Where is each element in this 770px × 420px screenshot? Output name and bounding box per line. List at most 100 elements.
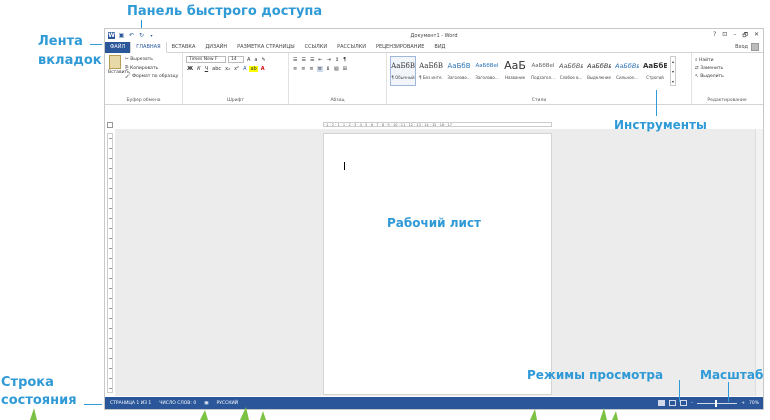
arrow-zoom [728, 382, 729, 402]
text-effects-icon[interactable]: A [242, 66, 247, 72]
tab-references[interactable]: ССЫЛКИ [300, 42, 332, 53]
avatar[interactable] [751, 43, 759, 51]
style-no-spacing[interactable]: АаБбВв¶ Без инте... [418, 56, 444, 86]
document-page[interactable] [323, 133, 552, 395]
style-title[interactable]: АаБ Название [502, 56, 528, 86]
style-normal[interactable]: АаБбВв¶ Обычный [390, 56, 416, 86]
paste-button[interactable]: Вставить [108, 55, 130, 79]
tab-view[interactable]: ВИД [429, 42, 450, 53]
styles-scroll[interactable]: ▴ ▾ ▾ [670, 56, 676, 86]
vertical-scrollbar[interactable] [755, 129, 763, 396]
label-tools: Инструменты [614, 118, 707, 132]
tab-review[interactable]: РЕЦЕНЗИРОВАНИЕ [371, 42, 429, 53]
style-subtitle[interactable]: АаБбВеI Подзагол... [530, 56, 556, 86]
justify-icon[interactable]: ≡ [316, 65, 323, 72]
find-button[interactable]: ⌕ Найти [695, 57, 759, 63]
page-count[interactable]: СТРАНИЦА 1 ИЗ 1 [110, 401, 151, 406]
align-right-icon[interactable]: ≡ [308, 66, 314, 72]
zoom-out-icon[interactable]: – [691, 401, 693, 406]
text-cursor [344, 162, 345, 170]
grow-font-icon[interactable]: A [246, 57, 251, 63]
arrow-view-modes [679, 380, 680, 402]
line-spacing-icon[interactable]: ↨ [325, 66, 331, 72]
clear-format-icon[interactable]: ✎ [261, 57, 267, 63]
font-family-select[interactable]: Times New F [186, 56, 226, 63]
font-color-icon[interactable]: A [260, 66, 266, 72]
ruler-tick [109, 138, 112, 139]
user-area[interactable]: Вход [735, 43, 759, 51]
align-left-icon[interactable]: ≡ [292, 66, 298, 72]
decrease-indent-icon[interactable]: ⇤ [317, 57, 323, 63]
sort-icon[interactable]: ↕ [334, 57, 340, 63]
select-button[interactable]: ↖ Выделить [695, 74, 759, 79]
format-painter-button[interactable]: 🖌 Формат по образцу [125, 74, 178, 79]
ruler-tick [109, 298, 112, 299]
style-strong[interactable]: АаБбВ Строгий [642, 56, 668, 86]
style-subtle-emphasis[interactable]: АаБбВв Слабое в... [558, 56, 584, 86]
borders-icon[interactable]: ⊞ [342, 66, 348, 72]
pilcrow-icon[interactable]: ¶ [342, 57, 347, 63]
tab-home[interactable]: ГЛАВНАЯ [130, 41, 167, 53]
ruler-tick [109, 188, 112, 189]
font-size-select[interactable]: 14 [228, 56, 244, 63]
minimize-button[interactable]: – [733, 31, 736, 41]
multilevel-list-icon[interactable]: ☰ [309, 57, 315, 63]
increase-indent-icon[interactable]: ⇥ [326, 57, 332, 63]
label-worksheet: Рабочий лист [387, 216, 482, 230]
superscript-icon[interactable]: x² [233, 66, 240, 72]
arrow-tools [656, 90, 657, 116]
highlight-icon[interactable]: ab [249, 65, 258, 72]
bold-icon[interactable]: Ж [186, 66, 194, 72]
cut-button[interactable]: ✂ Вырезать [125, 57, 178, 62]
subscript-icon[interactable]: x₂ [224, 66, 231, 72]
label-zoom: Масштаб [700, 368, 764, 382]
tab-mailings[interactable]: РАССЫЛКИ [332, 42, 371, 53]
zoom-in-icon[interactable]: + [741, 401, 745, 406]
strikethrough-icon[interactable]: abc [211, 66, 222, 72]
label-view-modes: Режимы просмотра [527, 368, 664, 382]
sign-in-link[interactable]: Вход [735, 44, 748, 50]
zoom-slider[interactable] [697, 399, 738, 407]
tab-layout[interactable]: РАЗМЕТКА СТРАНИЦЫ [232, 42, 300, 53]
tab-insert[interactable]: ВСТАВКА [167, 42, 201, 53]
replace-button[interactable]: ⇄ Заменить [695, 66, 759, 71]
tab-design[interactable]: ДИЗАЙН [200, 42, 232, 53]
copy-button[interactable]: ⎘ Копировать [125, 65, 178, 71]
vertical-ruler[interactable] [107, 133, 113, 393]
label-ribbon-tabs-1: Лента [38, 34, 83, 49]
shrink-font-icon[interactable]: a [253, 57, 258, 63]
numbering-icon[interactable]: ☰ [300, 57, 306, 63]
window-controls: ? ⊡ – 🗗 ✕ [713, 31, 759, 41]
close-button[interactable]: ✕ [754, 31, 759, 41]
label-quick-access: Панель быстрого доступа [127, 4, 323, 19]
bullets-icon[interactable]: ☰ [292, 57, 298, 63]
help-button[interactable]: ? [713, 31, 716, 41]
shading-icon[interactable]: ▧ [333, 66, 340, 72]
zoom-level[interactable]: 70% [749, 401, 759, 406]
proofing-icon[interactable]: ▣ [204, 401, 208, 406]
paragraph-group-name: Абзац [330, 98, 345, 103]
align-center-icon[interactable]: ≡ [300, 66, 306, 72]
ruler-tick [109, 258, 112, 259]
style-intense-emphasis[interactable]: АаБбВв Сильное... [614, 56, 640, 86]
style-heading-2[interactable]: АаБбВеI Заголово... [474, 56, 500, 86]
language[interactable]: РУССКИЙ [216, 401, 238, 406]
select-label: Выделить [700, 74, 724, 79]
underline-icon[interactable]: Ч [204, 66, 209, 72]
tab-file[interactable]: ФАЙЛ [105, 41, 131, 53]
style-heading-1[interactable]: АаБбВ Заголово... [446, 56, 472, 86]
label-status-1: Строка [1, 375, 54, 390]
ruler-tick [109, 238, 112, 239]
font-group: Times New F 14 A a ✎ Ж К Ч abc x₂ x² A a… [183, 53, 289, 104]
italic-icon[interactable]: К [196, 66, 202, 72]
word-count[interactable]: ЧИСЛО СЛОВ: 0 [159, 401, 196, 406]
ruler-tick [109, 308, 112, 309]
ruler-tick [109, 228, 112, 229]
restore-button[interactable]: 🗗 [742, 31, 748, 41]
horizontal-ruler[interactable]: · 1 · 2 · 1 · 1 · 2 · 3 · 4 · 5 · 6 · 7 … [323, 122, 552, 127]
ruler-tick [109, 388, 112, 389]
ribbon-display-button[interactable]: ⊡ [722, 31, 727, 41]
style-emphasis[interactable]: АаБбВв Выделение [586, 56, 612, 86]
title-bar: W ▣ ↶ ↻ ▾ Документ1 - Word ? ⊡ – 🗗 ✕ [105, 29, 763, 42]
tab-stop-selector[interactable] [107, 122, 113, 128]
